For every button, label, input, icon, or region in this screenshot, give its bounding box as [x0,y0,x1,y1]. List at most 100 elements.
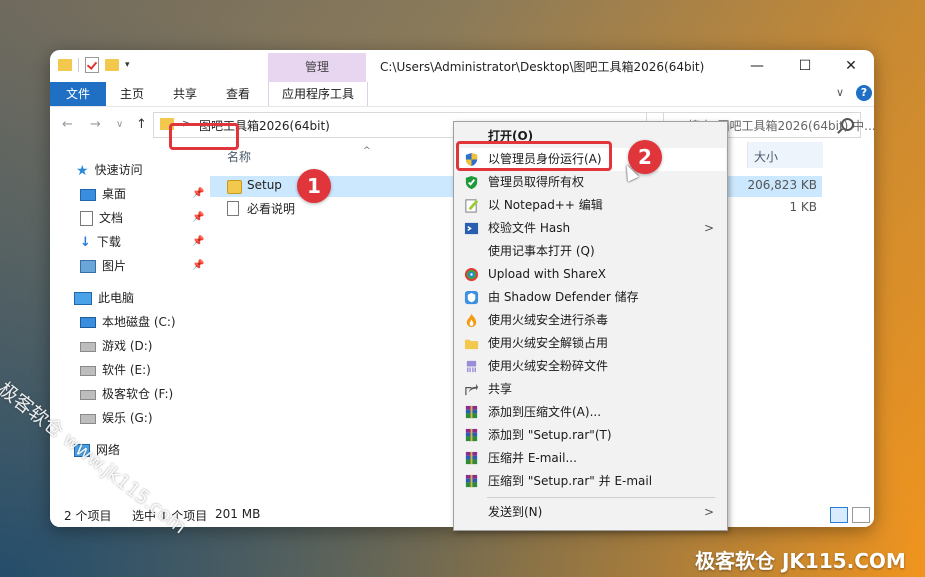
nav-label: 娱乐 (G:) [102,411,153,425]
nav-label: 文档 [99,211,124,225]
menu-separator [487,497,715,498]
drive-icon [80,389,96,400]
nav-this-pc[interactable]: 此电脑 [74,287,134,309]
menu-item-sharex[interactable]: Upload with ShareX [455,263,726,286]
menu-item-add-to-archive[interactable]: 添加到压缩文件(A)... [455,401,726,424]
pin-icon: 📌 [192,212,205,223]
nav-quick-access[interactable]: ★ 快速访问 [76,159,143,181]
customize-toolbar-icon[interactable]: ▾ [125,60,130,70]
desktop-icon [80,188,96,201]
menu-item-huorong-shred[interactable]: 使用火绒安全粉碎文件 [455,355,726,378]
toolbar-divider [78,58,79,72]
huorong-flame-icon [466,313,477,328]
tab-share[interactable]: 共享 [173,82,197,106]
menu-label: 使用火绒安全解锁占用 [488,336,609,350]
large-icons-view-icon[interactable] [852,507,870,523]
menu-label: 以 Notepad++ 编辑 [488,198,603,212]
pin-icon: 📌 [192,260,205,271]
menu-label: 使用火绒安全粉碎文件 [488,359,609,373]
column-header-name[interactable]: 名称 ^ [227,146,371,165]
menu-item-huorong-unlock[interactable]: 使用火绒安全解锁占用 [455,332,726,355]
winrar-icon [465,474,478,488]
highlight-box-setup [169,123,239,150]
installer-icon [227,180,242,194]
menu-item-shadow-defender[interactable]: 由 Shadow Defender 储存 [455,286,726,309]
watermark-bottom-right: 极客软仓 JK115.COM [695,549,906,573]
ribbon-tabs: 文件 主页 共享 查看 应用程序工具 ∨ ? [50,82,874,107]
nav-desktop[interactable]: 桌面 📌 [80,183,210,205]
title-bar: ▾ 管理 C:\Users\Administrator\Desktop\图吧工具… [50,50,874,82]
shadow-defender-icon [464,290,479,305]
nav-drive-c[interactable]: 本地磁盘 (C:) [80,311,176,333]
nav-documents[interactable]: 文档 📌 [80,207,210,229]
quick-access-toolbar: ▾ [58,57,130,73]
column-header-size[interactable]: 大小 [747,142,823,168]
search-icon[interactable] [841,118,854,131]
maximize-button[interactable]: ☐ [782,54,828,78]
menu-item-send-to[interactable]: 发送到(N) > [455,501,726,524]
document-icon [80,211,93,226]
sharex-icon [464,267,479,282]
nav-downloads[interactable]: ↓ 下载 📌 [80,231,210,253]
tab-manage[interactable]: 管理 [268,53,366,82]
drive-icon [80,341,96,352]
nav-label: 桌面 [102,187,127,201]
folder-icon[interactable] [58,59,72,71]
back-icon[interactable]: ← [62,117,73,132]
menu-item-compress-setup-email[interactable]: 压缩到 "Setup.rar" 并 E-mail [455,470,726,493]
folder-lock-icon [464,339,479,350]
tab-home[interactable]: 主页 [120,82,144,106]
context-menu: 打开(O) 以管理员身份运行(A) 管理员取得所有权 以 Notepad++ 编… [453,121,728,531]
tab-application-tools[interactable]: 应用程序工具 [268,82,368,106]
menu-label: 使用火绒安全进行杀毒 [488,313,609,327]
winrar-icon [465,451,478,465]
highlight-box-run-as-admin [456,141,612,171]
menu-label: 发送到(N) [488,505,543,519]
shredder-icon [466,360,477,373]
forward-icon[interactable]: → [90,117,101,132]
file-name: Setup [247,178,282,192]
pin-icon: 📌 [192,236,205,247]
menu-item-add-to-setup-rar[interactable]: 添加到 "Setup.rar"(T) [455,424,726,447]
tab-view[interactable]: 查看 [226,82,250,106]
file-size: 206,823 KB [747,178,817,192]
nav-pictures[interactable]: 图片 📌 [80,255,210,277]
nav-drive-f[interactable]: 极客软仓 (F:) [80,383,173,405]
new-folder-icon[interactable] [105,59,119,71]
menu-label: 共享 [488,382,513,396]
menu-item-share[interactable]: 共享 [455,378,726,401]
nav-drive-g[interactable]: 娱乐 (G:) [80,407,153,429]
menu-item-file-hash[interactable]: 校验文件 Hash > [455,217,726,240]
menu-item-take-ownership[interactable]: 管理员取得所有权 [455,171,726,194]
recent-locations-icon[interactable]: ∨ [116,119,123,130]
shield-check-icon [465,175,478,190]
menu-item-notepadpp[interactable]: 以 Notepad++ 编辑 [455,194,726,217]
file-size: 1 KB [789,200,817,214]
selected-size: 201 MB [215,507,261,521]
nav-label: 游戏 (D:) [102,339,153,353]
notepadpp-icon [465,199,479,213]
menu-item-huorong-scan[interactable]: 使用火绒安全进行杀毒 [455,309,726,332]
details-view-icon[interactable] [830,507,848,523]
minimize-button[interactable]: — [734,54,780,78]
drive-icon [80,365,96,376]
menu-item-compress-email[interactable]: 压缩并 E-mail... [455,447,726,470]
menu-item-open-notepad[interactable]: 使用记事本打开 (Q) [455,240,726,263]
menu-label: 添加到 "Setup.rar"(T) [488,428,612,442]
submenu-arrow-icon: > [703,505,714,519]
menu-label: 由 Shadow Defender 储存 [488,290,639,304]
tab-file[interactable]: 文件 [50,82,106,106]
menu-label: 校验文件 Hash [488,221,571,235]
expand-ribbon-icon[interactable]: ∨ [836,86,844,99]
nav-drive-e[interactable]: 软件 (E:) [80,359,151,381]
nav-label: 极客软仓 (F:) [102,387,174,401]
nav-label: 本地磁盘 (C:) [102,315,176,329]
close-button[interactable]: ✕ [828,54,874,78]
sort-ascending-icon: ^ [363,146,371,156]
column-label: 大小 [754,150,779,164]
nav-label: 此电脑 [98,291,135,305]
up-icon[interactable]: ↑ [136,117,147,132]
help-icon[interactable]: ? [856,85,872,101]
properties-icon[interactable] [85,57,99,73]
nav-drive-d[interactable]: 游戏 (D:) [80,335,152,357]
